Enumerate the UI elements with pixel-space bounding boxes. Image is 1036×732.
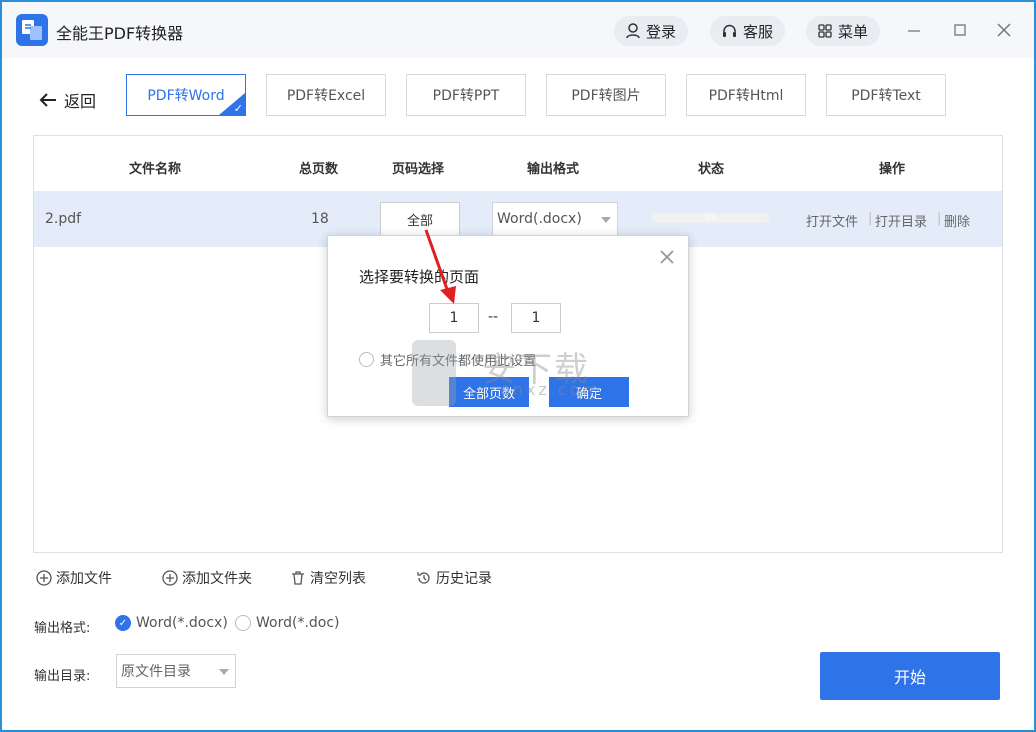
progress-bar: 0% (652, 213, 770, 223)
tab-label: PDF转Html (708, 88, 784, 104)
close-icon (660, 250, 674, 264)
open-folder-link[interactable]: 打开目录 (875, 211, 927, 230)
user-icon (626, 23, 640, 39)
app-logo-icon (16, 14, 48, 46)
back-button[interactable]: 返回 (38, 88, 96, 112)
headset-icon (723, 24, 736, 37)
login-label: 登录 (646, 22, 677, 41)
output-format-label: 输出格式: (34, 621, 91, 636)
clear-list-button[interactable]: 清空列表 (290, 568, 366, 588)
progress-label: 0% (704, 213, 718, 222)
radio-docx-label: Word(*.docx) (136, 615, 228, 631)
header-file-name: 文件名称 (129, 162, 182, 177)
radio-unchecked-icon (235, 615, 251, 631)
radio-doc[interactable]: Word(*.doc) (235, 615, 340, 631)
tab-pdf-to-html[interactable]: PDF转Html (686, 74, 806, 116)
add-file-button[interactable]: 添加文件 (36, 568, 112, 588)
check-icon: ✓ (233, 102, 243, 115)
divider: | (937, 211, 942, 226)
chevron-down-icon (219, 669, 229, 675)
close-button[interactable] (992, 18, 1016, 42)
header-total-pages: 总页数 (299, 162, 339, 177)
tab-pdf-to-ppt[interactable]: PDF转PPT (406, 74, 526, 116)
page-range-label: 全部 (406, 213, 433, 229)
tab-label: PDF转Word (147, 88, 225, 104)
arrow-left-icon (39, 93, 56, 107)
chevron-down-icon (601, 217, 611, 223)
output-format-select[interactable]: Word(.docx) (492, 202, 618, 236)
divider: | (868, 211, 873, 226)
app-title: 全能王PDF转换器 (56, 24, 184, 43)
header-output-format: 输出格式 (527, 162, 580, 177)
clear-list-label: 清空列表 (310, 571, 366, 587)
tab-pdf-to-word[interactable]: PDF转Word ✓ (126, 74, 246, 116)
output-dir-value: 原文件目录 (121, 664, 191, 680)
range-separator: -- (488, 309, 499, 325)
maximize-icon (954, 24, 966, 36)
plus-circle-icon (162, 570, 178, 586)
tab-label: PDF转Excel (286, 88, 366, 104)
start-button[interactable]: 开始 (820, 652, 1000, 700)
dialog-title: 选择要转换的页面 (359, 268, 480, 286)
add-folder-label: 添加文件夹 (182, 571, 252, 587)
file-name-cell: 2.pdf (45, 211, 82, 227)
radio-doc-label: Word(*.doc) (256, 615, 340, 631)
delete-link[interactable]: 删除 (944, 211, 970, 230)
output-dir-label: 输出目录: (34, 669, 91, 684)
header-page-range: 页码选择 (392, 162, 445, 177)
page-range-button[interactable]: 全部 (380, 202, 460, 236)
trash-icon (292, 571, 304, 585)
radio-unchecked-icon (359, 352, 374, 367)
minimize-button[interactable] (902, 18, 926, 42)
page-to-input[interactable]: 1 (511, 303, 561, 333)
menu-button[interactable]: 菜单 (806, 16, 881, 46)
radio-docx[interactable]: ✓ Word(*.docx) (115, 615, 228, 631)
tab-label: PDF转PPT (432, 88, 500, 104)
app-window: 全能王PDF转换器 登录 客服 菜单 返回 PDF转Word ✓ PDF转Exc… (2, 2, 1034, 730)
minimize-icon (908, 30, 920, 32)
page-count-cell: 18 (311, 211, 329, 227)
output-format-value: Word(.docx) (497, 211, 582, 227)
start-label: 开始 (893, 668, 926, 687)
watermark-logo (412, 340, 456, 406)
output-dir-select[interactable]: 原文件目录 (116, 654, 236, 688)
add-folder-button[interactable]: 添加文件夹 (162, 568, 252, 588)
history-icon (417, 572, 430, 584)
maximize-button[interactable] (948, 18, 972, 42)
title-bar: 全能王PDF转换器 登录 客服 菜单 (2, 2, 1034, 58)
tab-label: PDF转图片 (571, 88, 641, 104)
tab-pdf-to-image[interactable]: PDF转图片 (546, 74, 666, 116)
header-actions: 操作 (879, 162, 906, 177)
service-label: 客服 (743, 22, 774, 41)
back-label: 返回 (64, 92, 97, 111)
tab-pdf-to-text[interactable]: PDF转Text (826, 74, 946, 116)
page-from-input[interactable]: 1 (429, 303, 479, 333)
login-button[interactable]: 登录 (614, 16, 689, 46)
tab-pdf-to-excel[interactable]: PDF转Excel (266, 74, 386, 116)
tab-label: PDF转Text (851, 88, 921, 104)
grid-menu-icon (818, 24, 832, 38)
history-button[interactable]: 历史记录 (416, 568, 492, 588)
page-to-value: 1 (531, 310, 541, 326)
page-from-value: 1 (449, 310, 459, 326)
open-file-link[interactable]: 打开文件 (806, 211, 858, 230)
service-button[interactable]: 客服 (710, 16, 786, 46)
header-status: 状态 (698, 162, 725, 177)
watermark-sub: anxz.com (500, 380, 602, 399)
history-label: 历史记录 (436, 571, 492, 587)
close-icon (997, 23, 1011, 37)
add-file-label: 添加文件 (56, 571, 112, 587)
dialog-close-button[interactable] (658, 248, 676, 266)
plus-circle-icon (36, 570, 52, 586)
radio-checked-icon: ✓ (115, 615, 131, 631)
menu-label: 菜单 (838, 22, 869, 41)
